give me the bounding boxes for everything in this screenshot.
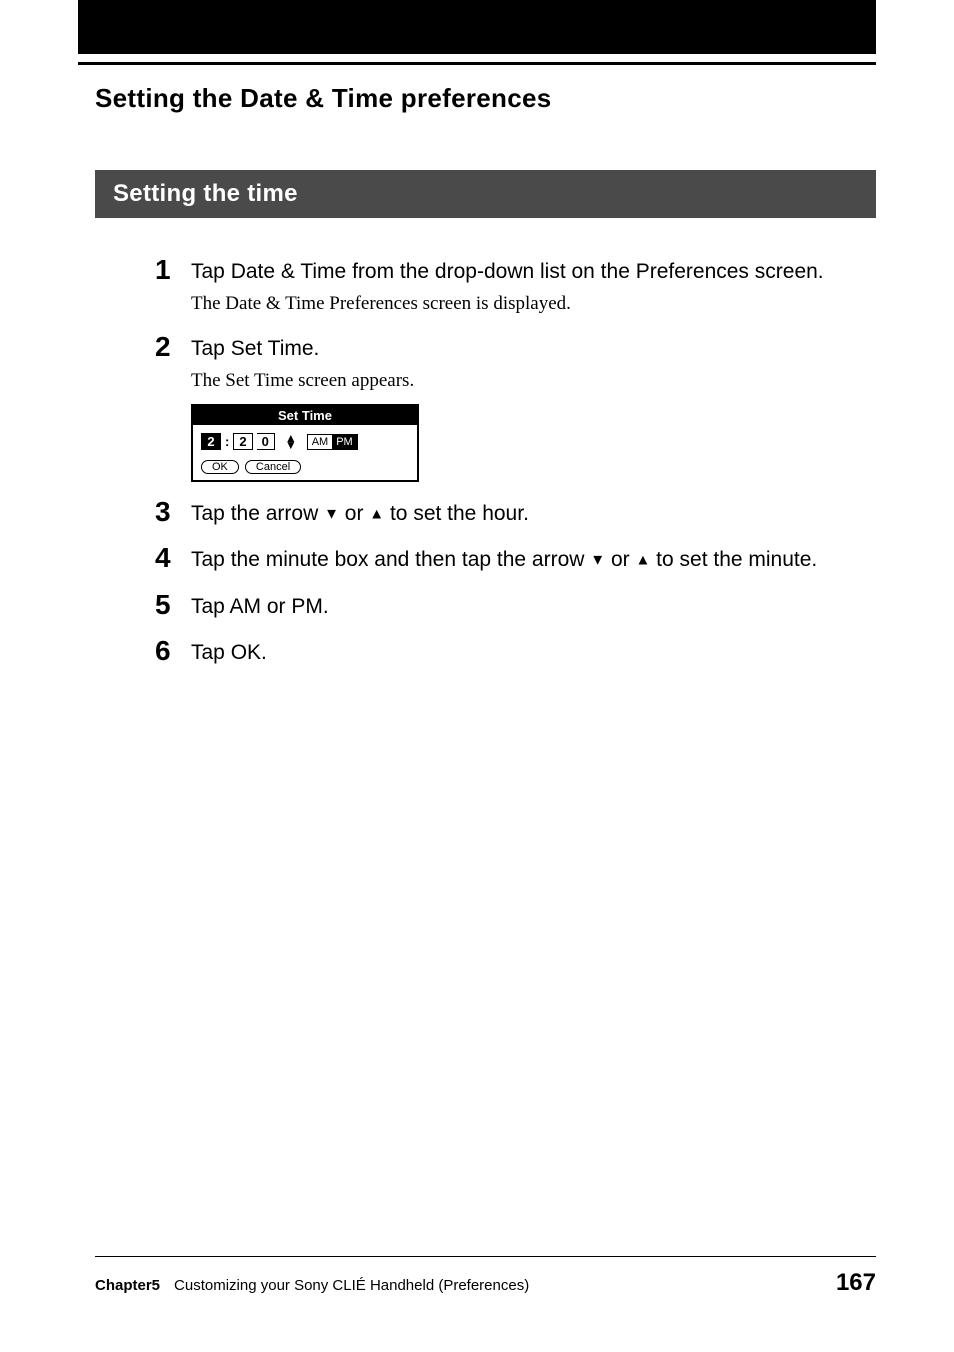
arrow-down-icon[interactable]: ▼ (285, 442, 297, 449)
hour-field[interactable]: 2 (201, 433, 221, 450)
page-footer: Chapter5 Customizing your Sony CLIÉ Hand… (95, 1256, 876, 1298)
ok-button[interactable]: OK (201, 460, 239, 474)
page-number: 167 (836, 1269, 876, 1297)
step-number: 5 (155, 591, 191, 619)
chapter-label: Chapter5 (95, 1277, 160, 1294)
page-title: Setting the Date & Time preferences (95, 83, 954, 114)
step-instruction: Tap Set Time. (191, 335, 876, 363)
header-rule (78, 62, 876, 65)
step-result: The Date & Time Preferences screen is di… (191, 292, 876, 317)
arrow-up-icon: ▲ (635, 552, 650, 569)
step-3: 3 Tap the arrow ▼ or ▲ to set the hour. (155, 500, 876, 528)
step-instruction: Tap Date & Time from the drop-down list … (191, 258, 876, 286)
step-4: 4 Tap the minute box and then tap the ar… (155, 546, 876, 574)
time-colon: : (225, 434, 229, 449)
chapter-description: Customizing your Sony CLIÉ Handheld (Pre… (174, 1277, 529, 1294)
step-number: 3 (155, 498, 191, 526)
step-instruction: Tap the arrow ▼ or ▲ to set the hour. (191, 500, 876, 528)
spinner-arrows[interactable]: ▲ ▼ (285, 435, 297, 448)
step-result: The Set Time screen appears. (191, 369, 876, 394)
step-instruction: Tap AM or PM. (191, 593, 876, 621)
minute-ones-field[interactable]: 0 (257, 433, 275, 450)
dialog-title: Set Time (193, 406, 417, 425)
step-6: 6 Tap OK. (155, 639, 876, 667)
pm-option[interactable]: PM (332, 435, 357, 449)
header-bar (78, 0, 876, 54)
footer-rule (95, 1256, 876, 1258)
cancel-button[interactable]: Cancel (245, 460, 301, 474)
footer-left: Chapter5 Customizing your Sony CLIÉ Hand… (95, 1277, 529, 1295)
step-instruction: Tap the minute box and then tap the arro… (191, 546, 876, 574)
ampm-toggle[interactable]: AM PM (307, 434, 358, 450)
steps-list: 1 Tap Date & Time from the drop-down lis… (155, 258, 876, 667)
arrow-down-icon: ▼ (324, 505, 339, 522)
step-2: 2 Tap Set Time. The Set Time screen appe… (155, 335, 876, 482)
step-number: 6 (155, 637, 191, 665)
arrow-up-icon: ▲ (369, 505, 384, 522)
arrow-down-icon: ▼ (590, 552, 605, 569)
set-time-screenshot: Set Time 2 : 20 ▲ ▼ AM PM (191, 404, 419, 482)
step-5: 5 Tap AM or PM. (155, 593, 876, 621)
step-number: 4 (155, 544, 191, 572)
step-1: 1 Tap Date & Time from the drop-down lis… (155, 258, 876, 317)
step-number: 1 (155, 256, 191, 284)
section-header: Setting the time (95, 170, 876, 218)
am-option[interactable]: AM (308, 435, 333, 449)
step-instruction: Tap OK. (191, 639, 876, 667)
step-number: 2 (155, 333, 191, 361)
minute-tens-field[interactable]: 2 (233, 433, 252, 450)
